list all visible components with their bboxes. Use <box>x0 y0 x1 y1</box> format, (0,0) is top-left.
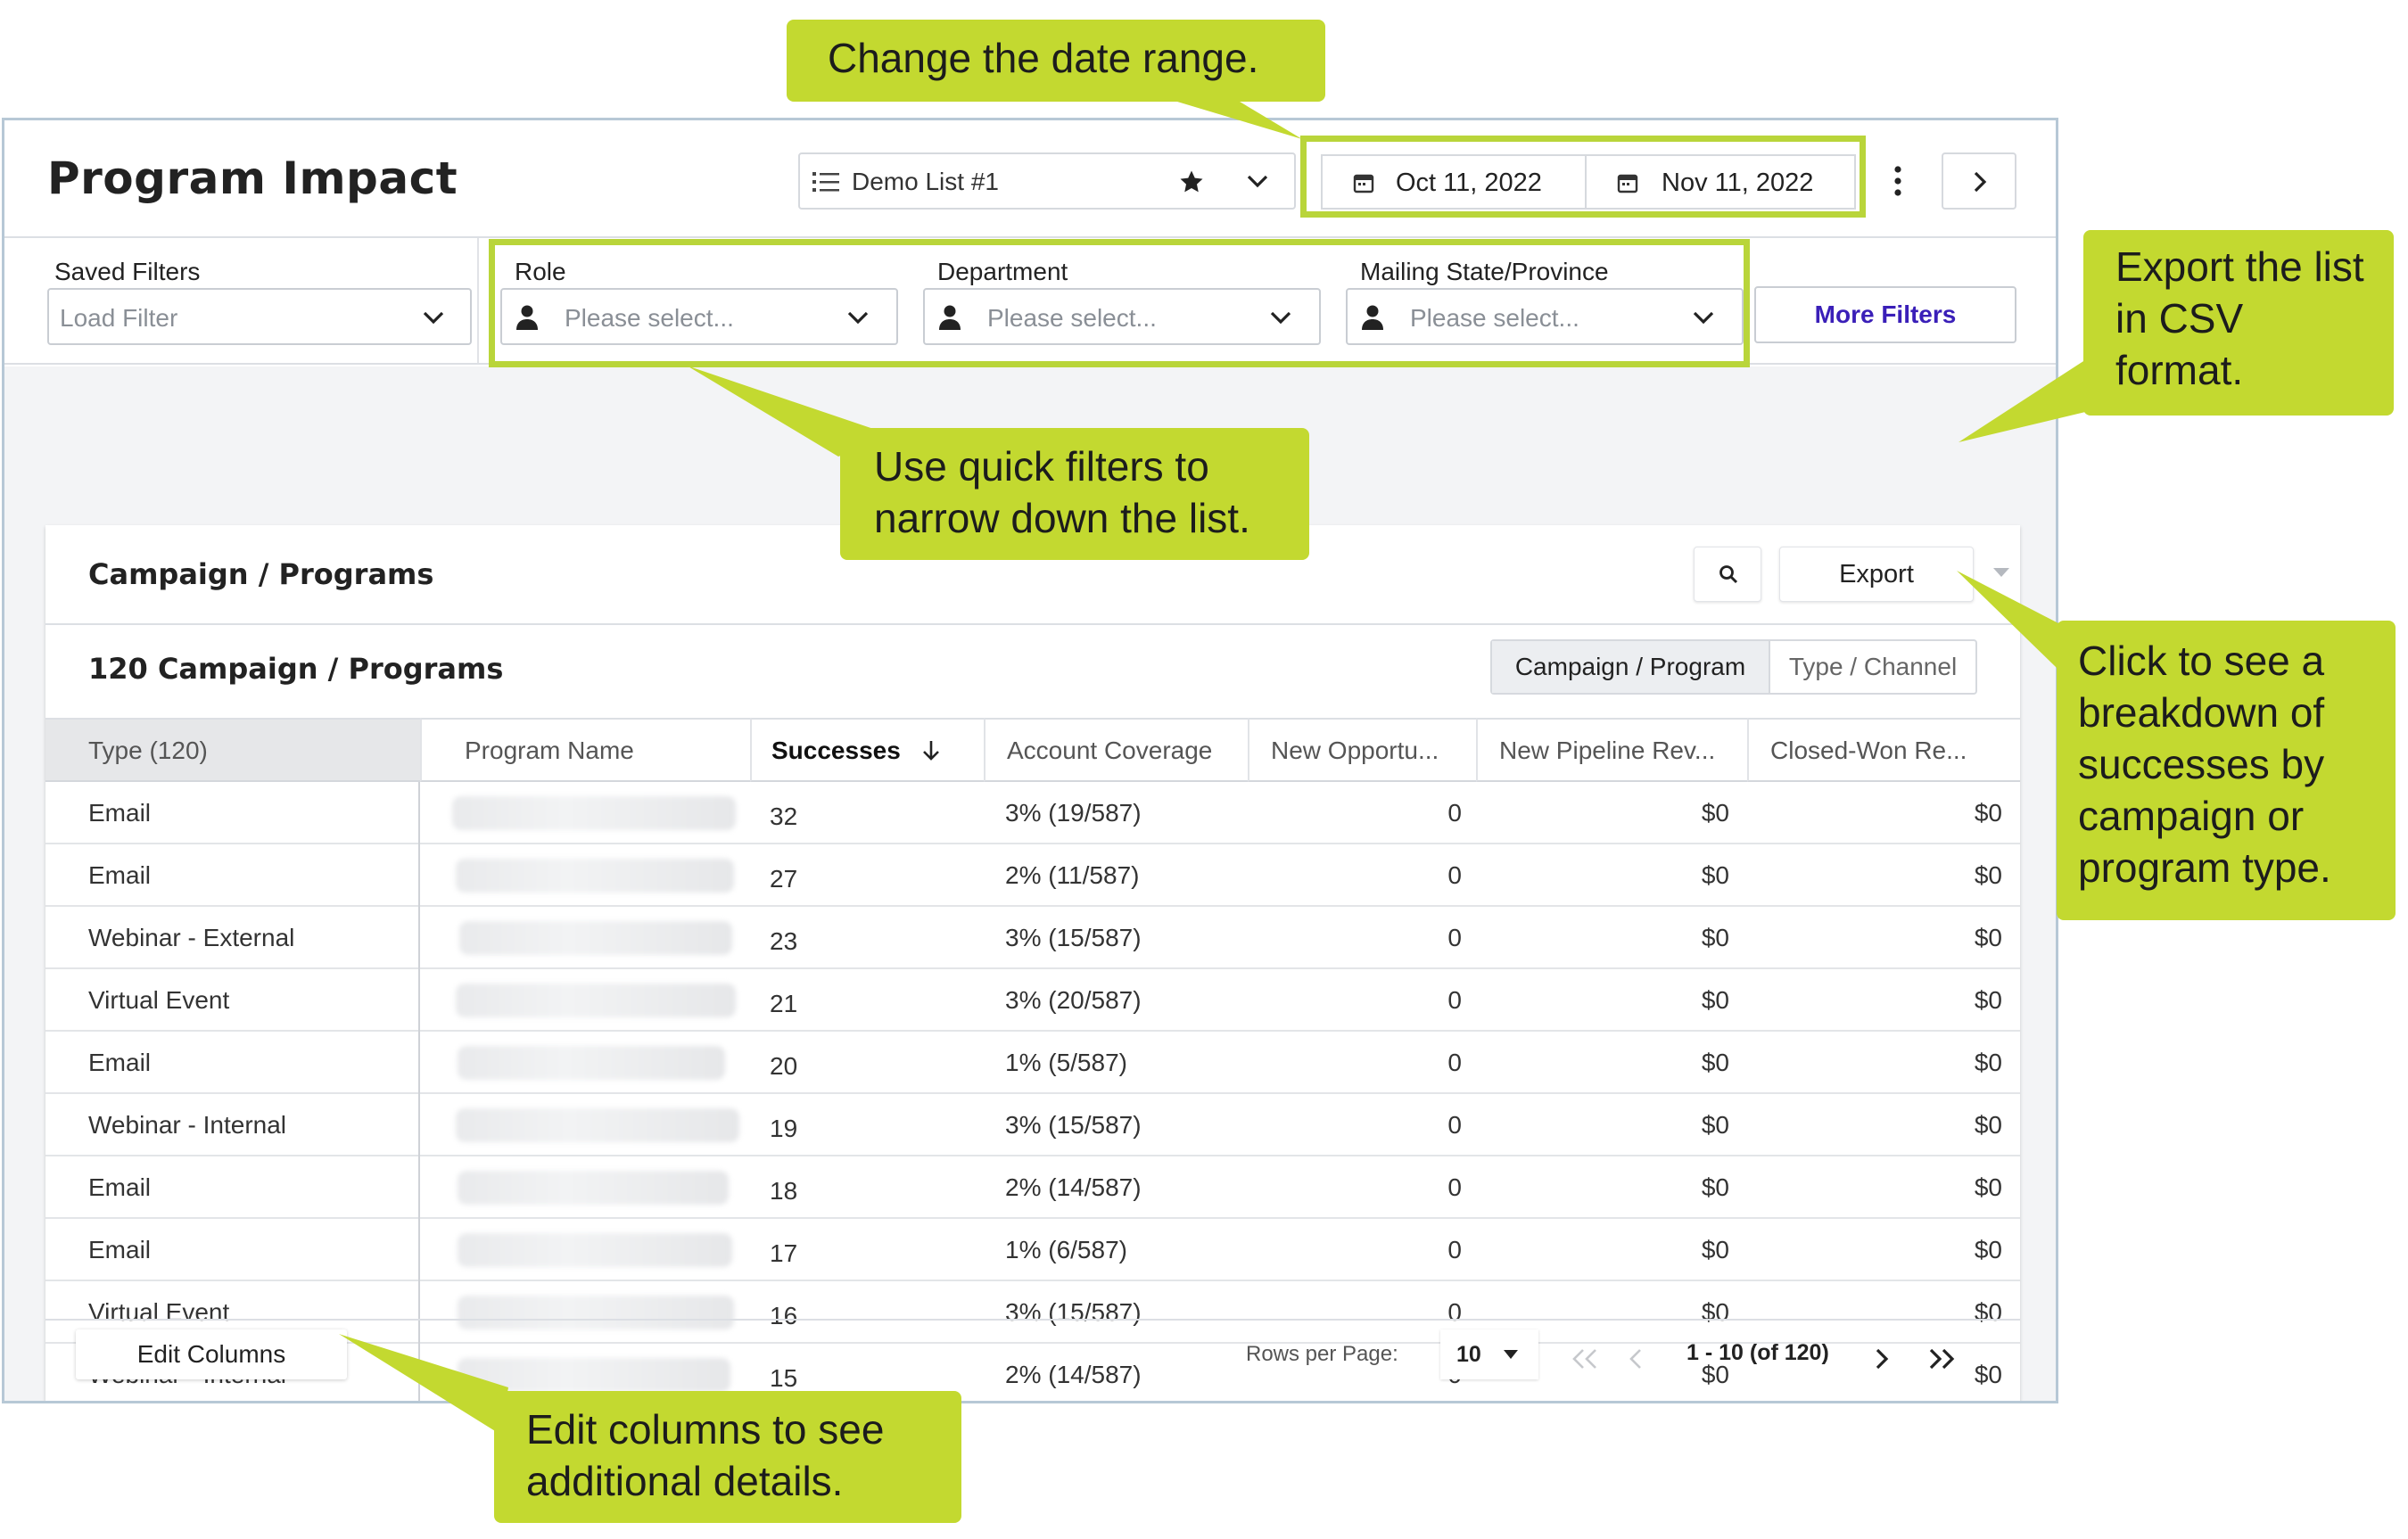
columns-callout-pointer <box>339 1334 508 1434</box>
callout-pointers <box>339 96 2167 1434</box>
annotated-screenshot: Program Impact Demo List #1 Oct 11, 2022… <box>0 0 2408 1539</box>
edit-columns-callout: Edit columns to see additional details. <box>494 1391 961 1523</box>
export-callout: Export the list in CSV format. <box>2083 230 2394 416</box>
date-callout-pointer <box>1159 96 1302 139</box>
breakdown-callout: Click to see a breakdown of successes by… <box>2057 621 2396 920</box>
date-range-callout: Change the date range. <box>787 20 1325 102</box>
quick-filters-callout: Use quick filters to narrow down the lis… <box>840 428 1309 560</box>
